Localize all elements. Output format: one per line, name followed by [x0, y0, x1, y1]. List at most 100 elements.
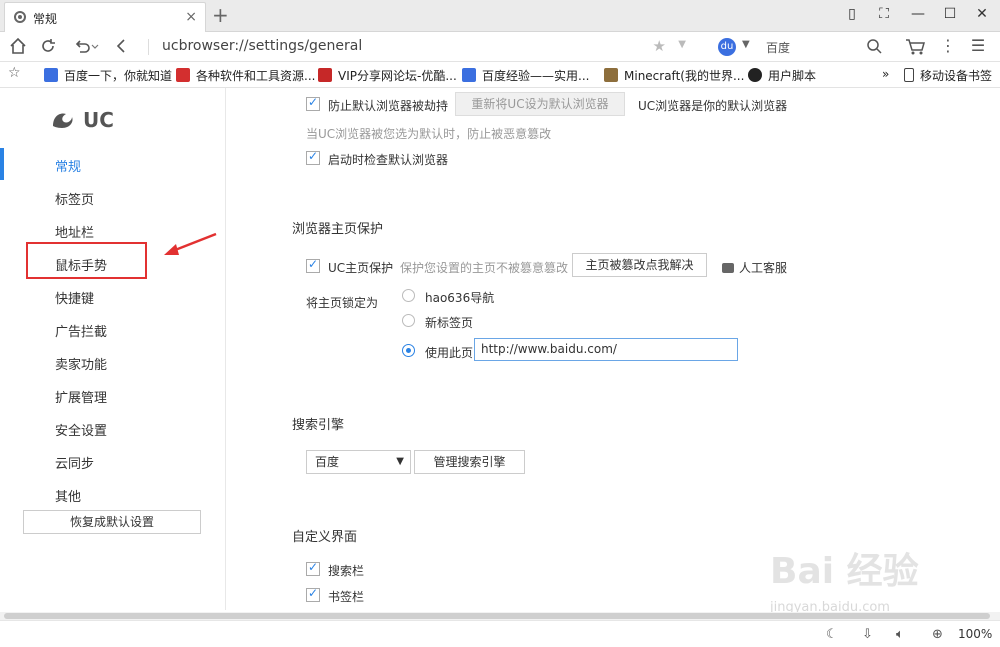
radio-use-this-page[interactable]	[402, 344, 415, 357]
sidebar-item-extensions[interactable]: 扩展管理	[55, 387, 107, 406]
sidebar-item-ad-block[interactable]: 广告拦截	[55, 321, 107, 340]
bookmark-label: 百度经验——实用...	[482, 69, 590, 83]
scrollbar-thumb[interactable]	[4, 613, 990, 619]
homepage-fix-button[interactable]: 主页被篡改点我解决	[572, 253, 707, 277]
bookmark-item[interactable]: 各种软件和工具资源...	[176, 67, 315, 83]
minimize-button[interactable]: —	[908, 6, 928, 22]
search-engine-select[interactable]: 百度 ▼	[306, 450, 411, 474]
bookmark-label: 百度一下，你就知道	[64, 69, 173, 83]
maximize-button[interactable]: ☐	[940, 6, 960, 22]
zoom-icon[interactable]: ⊕	[932, 627, 943, 642]
chevron-down-icon: ▼	[396, 456, 404, 467]
sidebar-item-sync[interactable]: 云同步	[55, 453, 94, 472]
software-site-icon	[176, 68, 190, 82]
more-icon[interactable]: ⋮	[938, 36, 958, 56]
settings-sidebar: UC 常规 标签页 地址栏 鼠标手势 快捷键 广告拦截 卖家功能 扩展管理 安全…	[0, 88, 226, 610]
radio-new-tab[interactable]	[402, 314, 415, 327]
refresh-icon[interactable]	[38, 36, 58, 56]
support-label: 人工客服	[739, 261, 788, 275]
mobile-device-icon	[904, 68, 914, 82]
address-dropdown-icon[interactable]: ▼	[678, 39, 686, 50]
sidebar-item-other[interactable]: 其他	[55, 486, 81, 505]
homepage-protect-hint: 保护您设置的主页不被篡意篡改	[400, 261, 569, 275]
prevent-hijack-checkbox[interactable]	[306, 95, 320, 111]
sound-icon[interactable]: 🔈︎	[896, 627, 904, 642]
menu-icon[interactable]: ☰	[968, 36, 988, 56]
set-default-button[interactable]: 重新将UC设为默认浏览器	[455, 92, 625, 116]
lock-homepage-label: 将主页锁定为	[306, 296, 379, 310]
baidu-logo-icon[interactable]: du	[718, 38, 736, 56]
sidebar-item-tabs[interactable]: 标签页	[55, 189, 94, 208]
sidebar-item-security[interactable]: 安全设置	[55, 420, 107, 439]
uc-logo: UC	[50, 108, 114, 132]
active-indicator	[0, 148, 4, 180]
radio-hao636[interactable]	[402, 289, 415, 302]
close-window-button[interactable]: ✕	[972, 6, 992, 22]
back-icon[interactable]	[112, 36, 132, 56]
undo-icon[interactable]	[72, 36, 100, 56]
custom-ui-section-title: 自定义界面	[292, 530, 358, 545]
status-bar: ☾ ⇩ 🔈︎ ⊕ 100%	[0, 620, 1000, 647]
bookmark-item[interactable]: 百度一下，你就知道	[44, 67, 172, 83]
prevent-hijack-label: 防止默认浏览器被劫持	[328, 99, 449, 113]
minecraft-icon	[604, 68, 618, 82]
bookmark-bar-label: 书签栏	[328, 590, 365, 604]
sidebar-item-shortcuts[interactable]: 快捷键	[55, 288, 94, 307]
annotation-highlight-box	[26, 242, 147, 279]
radio-new-tab-label: 新标签页	[425, 316, 474, 330]
support-link[interactable]: 人工客服	[722, 259, 787, 276]
bookmark-item[interactable]: 用户脚本	[748, 67, 816, 83]
bookmark-label: 用户脚本	[768, 69, 817, 83]
new-tab-button[interactable]: +	[212, 4, 229, 26]
chat-icon	[722, 263, 734, 273]
sidebar-item-address-bar[interactable]: 地址栏	[55, 222, 94, 241]
homepage-section-title: 浏览器主页保护	[292, 222, 384, 237]
bookmark-bar-checkbox[interactable]	[306, 586, 320, 602]
address-url[interactable]: ucbrowser://settings/general	[162, 38, 362, 54]
search-bar-checkbox[interactable]	[306, 560, 320, 576]
restore-icon[interactable]: ▯	[842, 6, 862, 22]
sidebar-item-seller[interactable]: 卖家功能	[55, 354, 107, 373]
bookmark-label: VIP分享网论坛-优酷...	[338, 69, 457, 83]
homepage-url-input[interactable]: http://www.baidu.com/	[474, 338, 738, 361]
address-bar[interactable]: ucbrowser://settings/general ★ ▼	[148, 35, 696, 59]
sidebar-item-general[interactable]: 常规	[55, 156, 81, 175]
search-bar-label: 搜索栏	[328, 564, 365, 578]
vip-icon	[318, 68, 332, 82]
home-icon[interactable]	[8, 36, 28, 56]
night-mode-icon[interactable]: ☾	[826, 627, 838, 642]
manage-search-engines-button[interactable]: 管理搜索引擎	[414, 450, 525, 474]
search-box[interactable]: du ▼ 百度	[712, 35, 890, 59]
uc-squirrel-icon	[53, 113, 73, 128]
tab-close-icon[interactable]: ×	[185, 9, 197, 25]
address-separator	[148, 39, 149, 55]
gear-icon	[14, 11, 26, 23]
check-on-start-label: 启动时检查默认浏览器	[328, 153, 449, 167]
skin-icon[interactable]: ⛶	[874, 6, 894, 22]
engine-dropdown-icon[interactable]: ▼	[742, 39, 750, 50]
tab-title: 常规	[33, 12, 58, 26]
zoom-level[interactable]: 100%	[958, 627, 992, 641]
hijack-hint: 当UC浏览器被您选为默认时，防止被恶意篡改	[306, 127, 552, 141]
download-icon[interactable]: ⇩	[862, 627, 873, 642]
cart-icon[interactable]	[904, 36, 926, 56]
bookmark-item[interactable]: VIP分享网论坛-优酷...	[318, 67, 457, 83]
mobile-bookmarks-label: 移动设备书签	[920, 69, 993, 83]
bookmark-overflow-icon[interactable]: »	[882, 67, 889, 83]
check-on-start-checkbox[interactable]	[306, 149, 320, 165]
search-engine-name[interactable]: 百度	[766, 39, 790, 56]
bookmark-item[interactable]: 百度经验——实用...	[462, 67, 589, 83]
script-icon	[748, 68, 762, 82]
horizontal-scrollbar[interactable]	[0, 612, 1000, 620]
bookmark-item[interactable]: Minecraft(我的世界...	[604, 67, 744, 83]
bookmark-bar: ☆ 百度一下，你就知道 各种软件和工具资源... VIP分享网论坛-优酷... …	[0, 62, 1000, 88]
uc-homepage-protect-checkbox[interactable]	[306, 257, 320, 273]
bookmark-star-icon[interactable]: ☆	[8, 65, 21, 81]
mobile-bookmarks[interactable]: 移动设备书签	[904, 67, 992, 83]
baidu-paw-icon	[44, 68, 58, 82]
bookmark-star-icon[interactable]: ★	[653, 37, 666, 55]
tab-settings[interactable]: 常规 ×	[4, 2, 206, 32]
reset-defaults-button[interactable]: 恢复成默认设置	[23, 510, 201, 534]
bookmark-label: Minecraft(我的世界...	[624, 69, 745, 83]
search-icon[interactable]	[866, 38, 882, 54]
